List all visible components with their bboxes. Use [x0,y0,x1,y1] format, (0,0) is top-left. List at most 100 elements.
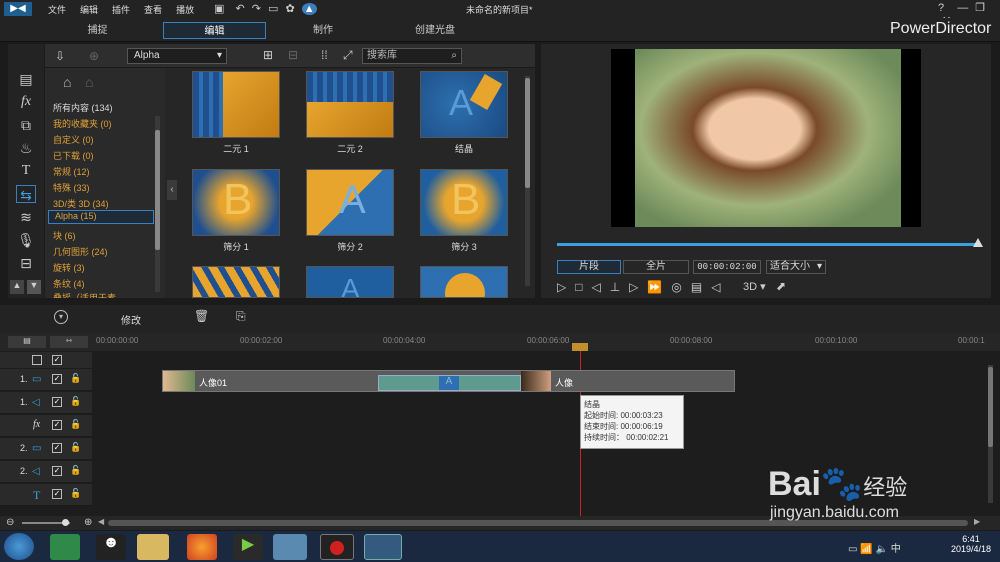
download-icon[interactable]: ⊕ [89,49,99,63]
category-item[interactable]: 所有内容 (134) [53,101,113,114]
lock-icon[interactable]: 🔓 [70,465,81,476]
scrubber-handle-icon[interactable] [973,238,983,247]
track-enable-checkbox[interactable]: ✓ [52,374,62,384]
clock[interactable]: 6:41 2019/4/18 [946,534,996,554]
voiceover-icon[interactable]: 🎙 [16,231,36,249]
lock-icon[interactable]: 🔓 [70,373,81,384]
clip-mode-tab[interactable]: 片段 [557,260,621,274]
undock-icon[interactable]: ⬈ [776,279,786,293]
category-scrollbar[interactable] [155,116,160,292]
category-item[interactable]: 特殊 (33) [53,181,90,194]
firefox-icon[interactable] [187,534,217,560]
movie-mode-tab[interactable]: 全片 [623,260,689,274]
search-icon[interactable]: ⌕ [451,49,457,63]
volume-icon[interactable]: ◁ [711,280,729,294]
category-item[interactable]: 自定义 (0) [53,133,94,146]
category-item[interactable]: 几何图形 (24) [53,245,108,258]
menu-plugins[interactable]: 插件 [112,3,130,16]
save-icon[interactable]: ▣ [214,3,224,15]
collapse-panel-icon[interactable]: ‹ [167,180,177,200]
scroll-down-icon[interactable]: ▼ [27,280,41,294]
all-tracks-checkbox[interactable] [32,355,42,365]
audio-mixing-icon[interactable]: ≋ [16,208,36,226]
lock-icon[interactable]: 🔓 [70,396,81,407]
volume-icon[interactable]: 🔈 [875,544,887,555]
fast-forward-icon[interactable]: ⏩ [647,280,671,294]
subtitle-icon[interactable]: ▤ [691,280,711,294]
powerdirector-taskbar-icon[interactable] [364,534,402,560]
transition-thumbnail[interactable]: A [306,169,394,236]
track-enable-checkbox[interactable]: ✓ [52,397,62,407]
menu-view[interactable]: 查看 [144,3,162,16]
add-tag-icon[interactable]: ⌂ [63,74,71,90]
tab-create-disc[interactable]: 创建光盘 [395,22,475,39]
transition-thumbnail[interactable] [306,71,394,138]
media-room-icon[interactable]: ▤ [16,70,36,88]
zoom-slider[interactable] [22,519,70,526]
help-icon[interactable]: ? [938,2,944,14]
grid-view-icon[interactable]: ⁞⁞ [321,48,328,62]
category-item[interactable]: 我的收藏夹 (0) [53,117,112,130]
menu-play[interactable]: 播放 [176,3,194,16]
network-icon[interactable]: 📶 [860,544,872,555]
transition-thumbnail[interactable]: B [192,169,280,236]
transition-thumbnail[interactable] [192,71,280,138]
fx-room-icon[interactable]: fx [16,93,36,111]
add-to-timeline-icon[interactable]: ⊞ [263,48,273,62]
snapshot-icon[interactable]: ◎ [671,280,690,294]
transition-on-clip[interactable]: A [378,375,521,391]
record-icon[interactable] [320,534,354,560]
library-filter-select[interactable]: Alpha ▾ [127,48,227,64]
menu-edit[interactable]: 编辑 [80,3,98,16]
track-manager-icon[interactable]: ▤ [8,336,46,348]
prev-frame-icon[interactable]: ◁ [591,280,609,294]
start-button[interactable] [4,533,34,560]
particle-room-icon[interactable]: ♨ [16,139,36,157]
playhead-marker[interactable] [572,343,588,351]
transition-thumbnail[interactable] [420,266,508,298]
scroll-up-icon[interactable]: ▲ [10,280,24,294]
track-enable-checkbox[interactable]: ✓ [52,420,62,430]
resize-icon[interactable]: ⤢ [343,48,353,63]
play-icon[interactable]: ▷ [557,280,575,294]
transition-thumbnail[interactable]: B [420,169,508,236]
upgrade-icon[interactable]: ▲ [301,3,317,15]
next-frame-icon[interactable]: ▷ [629,280,647,294]
keyboard-icon[interactable]: ▭ [848,544,857,555]
insert-icon[interactable]: ⊟ [288,48,298,62]
category-item[interactable]: 已下载 (0) [53,149,94,162]
media-app-icon[interactable]: ▶ [233,534,263,560]
category-item[interactable]: 块 (6) [53,229,76,242]
undo-icon[interactable]: ↶ [235,3,244,15]
category-item[interactable]: 旋转 (3) [53,261,85,274]
menu-file[interactable]: 文件 [48,3,66,16]
preview-scrubber[interactable] [557,243,981,246]
transition-room-icon[interactable]: ⇆ [16,185,36,203]
photo-app-icon[interactable] [273,534,307,560]
lock-icon[interactable]: 🔓 [70,488,81,499]
scroll-left-icon[interactable]: ◀ [98,517,104,526]
library-scrollbar[interactable] [525,76,530,286]
fit-timeline-icon[interactable]: ⇿ [50,336,88,348]
zoom-out-icon[interactable]: ⊖ [6,517,14,528]
transition-thumbnail[interactable]: A [306,266,394,298]
remove-tag-icon[interactable]: ⌂ [85,74,93,90]
tab-capture[interactable]: 捕捉 [60,22,135,39]
tools-icon[interactable]: ▾ [54,310,68,324]
aspect-icon[interactable]: ▭ [268,3,278,15]
3d-toggle[interactable]: 3D ▾ [743,280,766,293]
input-method-icon[interactable]: 中 [891,544,901,555]
transition-thumbnail[interactable]: A [420,71,508,138]
title-room-icon[interactable]: T [16,162,36,180]
modify-button[interactable]: 修改 [121,312,141,327]
tab-edit[interactable]: 编辑 [163,22,266,39]
stop-icon[interactable]: □ [575,280,591,294]
taskbar-app-icon[interactable] [50,534,80,560]
redo-icon[interactable]: ↷ [252,3,261,15]
restore-icon[interactable]: ❐ [975,2,985,14]
qq-icon[interactable]: ☻ [96,534,126,560]
library-search-input[interactable]: 搜索库 ⌕ [362,48,462,64]
delete-icon[interactable]: 🗑 [194,309,209,323]
lock-icon[interactable]: 🔓 [70,442,81,453]
track-enable-checkbox[interactable]: ✓ [52,489,62,499]
